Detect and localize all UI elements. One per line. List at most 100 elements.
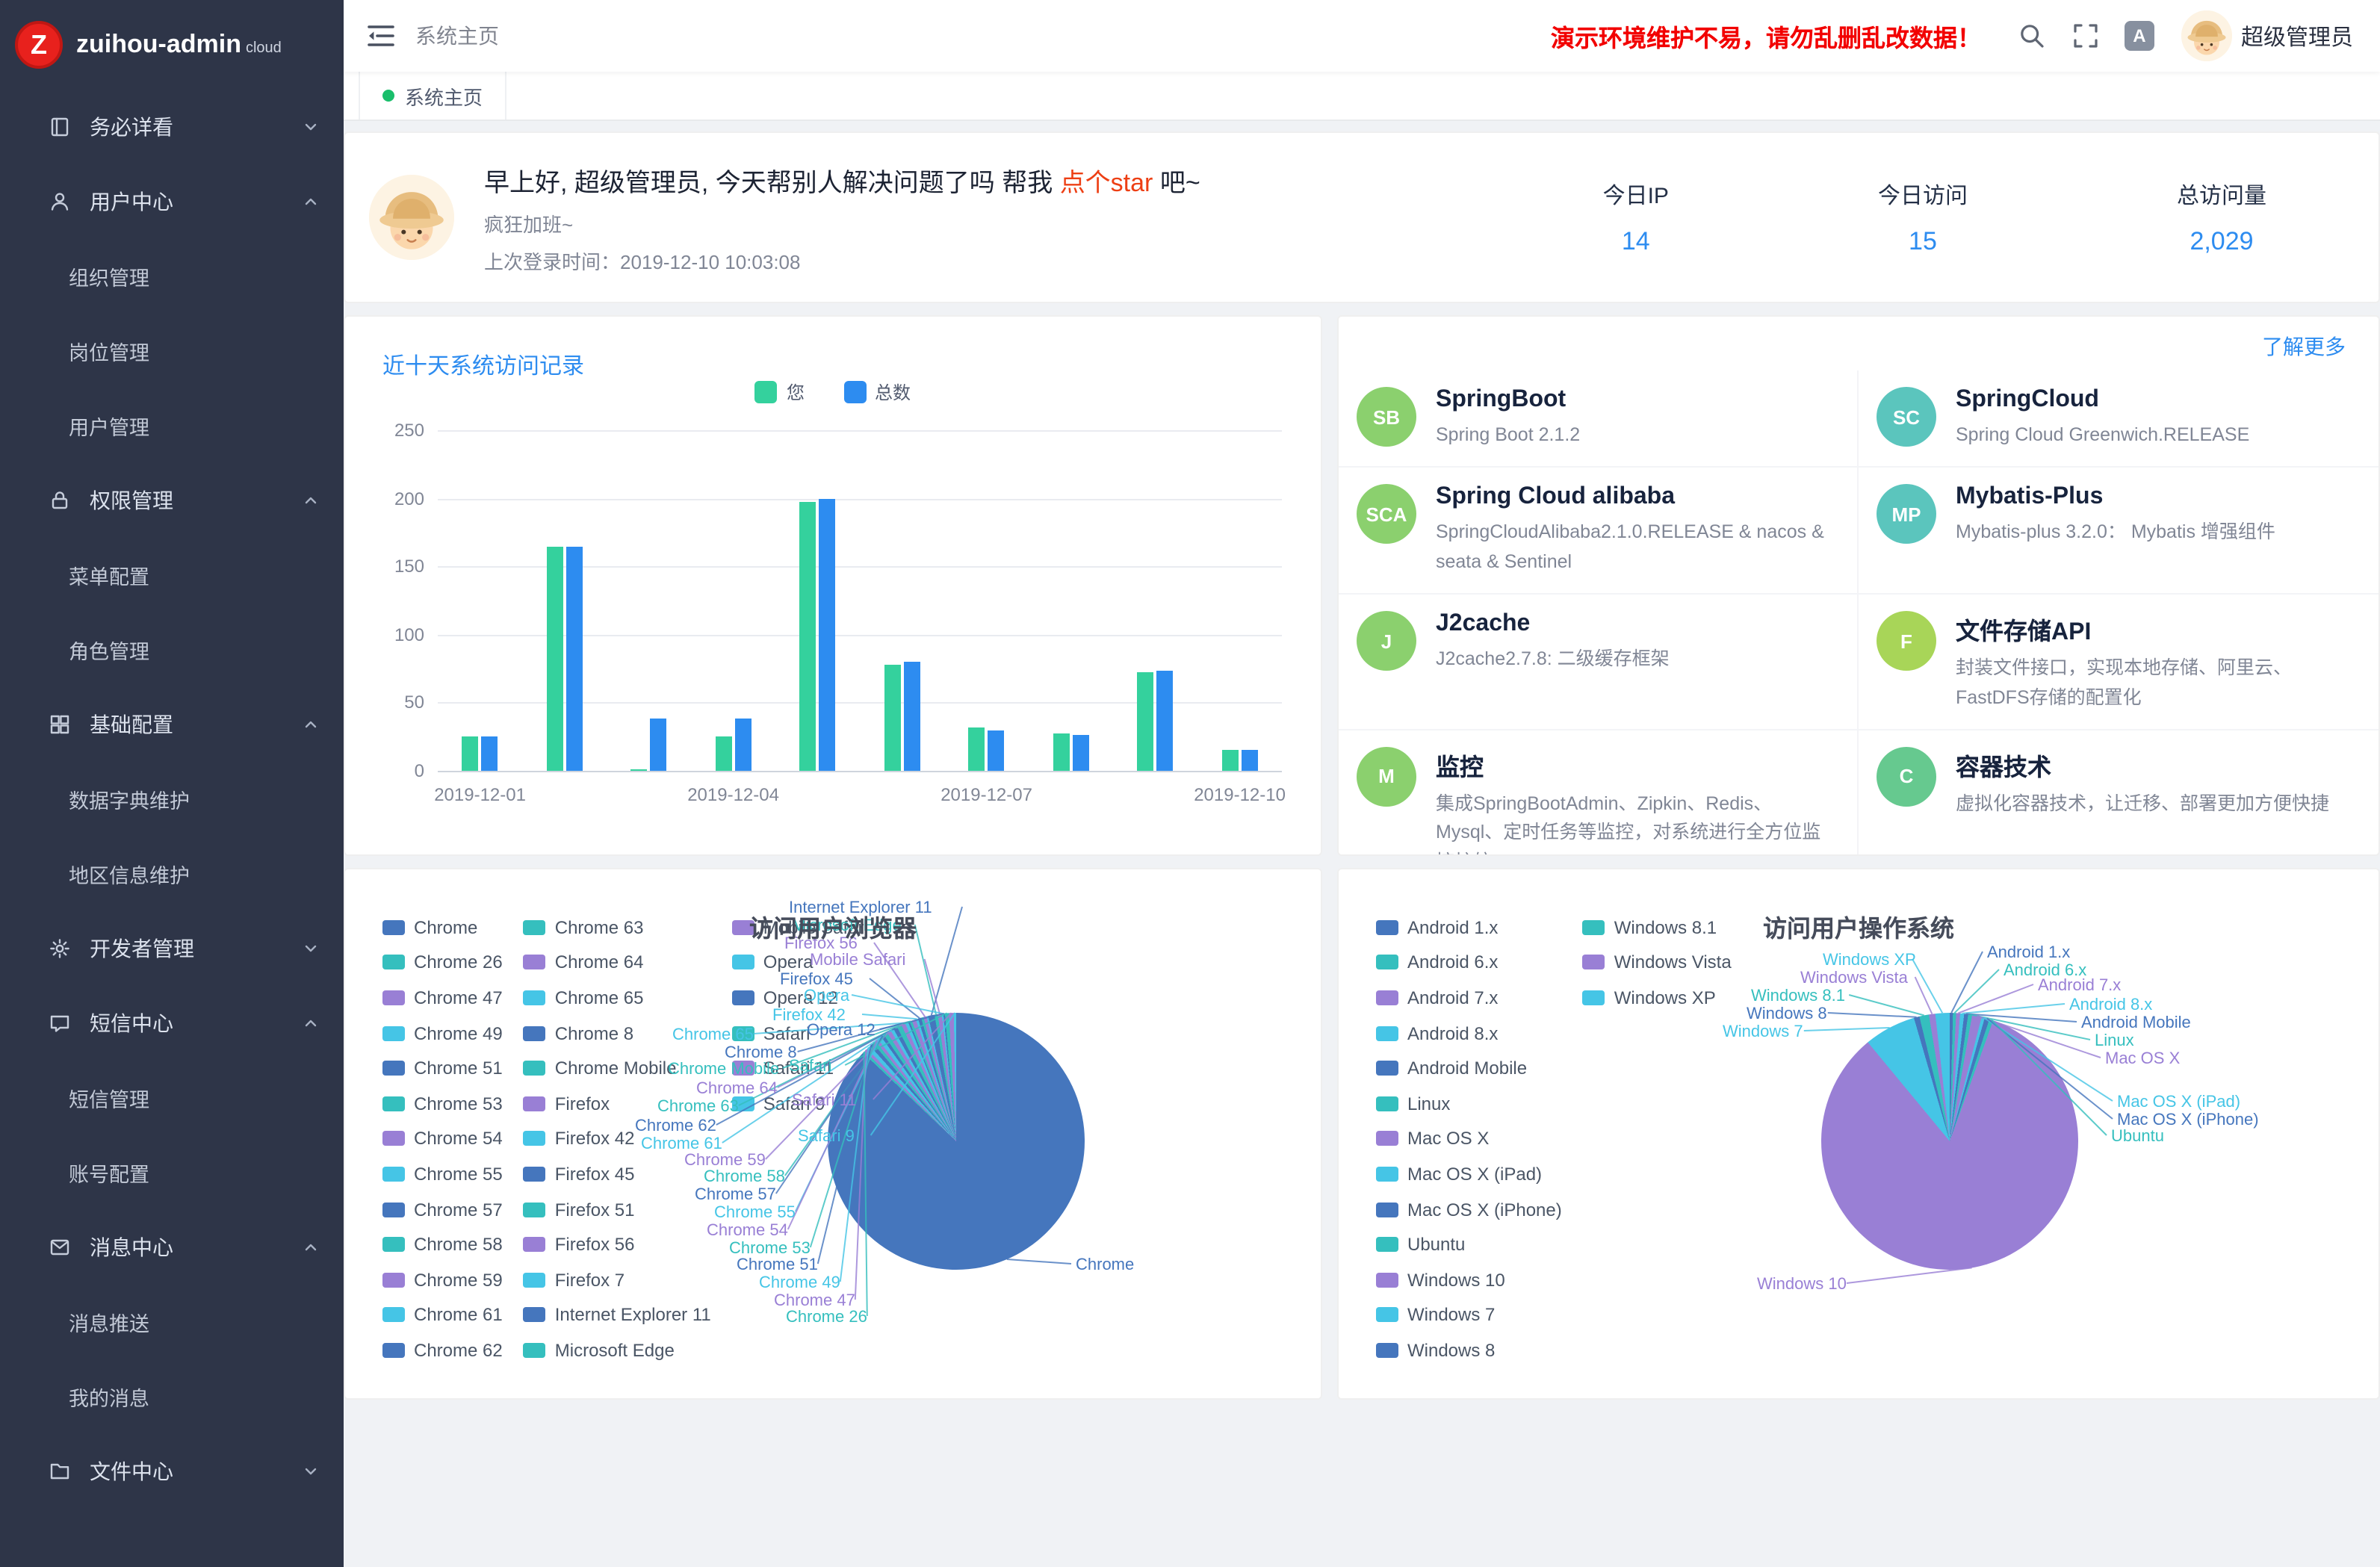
tech-item-5[interactable]: F文件存储API封装文件接口，实现本地存储、阿里云、FastDFS存储的配置化 <box>1859 595 2379 730</box>
legend-item[interactable]: Windows XP <box>1583 980 1732 1015</box>
sidebar-item-6[interactable]: 消息中心 <box>0 1210 344 1285</box>
sidebar-subitem[interactable]: 账号配置 <box>0 1135 344 1210</box>
legend-item[interactable]: Firefox 56 <box>524 1227 711 1262</box>
search-icon[interactable] <box>2017 21 2047 51</box>
sidebar: Z zuihou-admincloud 务必详看用户中心组织管理岗位管理用户管理… <box>0 0 344 1567</box>
legend-item[interactable]: Chrome 58 <box>382 1227 503 1262</box>
bar-you[interactable] <box>462 736 479 771</box>
legend-item[interactable]: Firefox 51 <box>524 1192 711 1227</box>
sidebar-item-3[interactable]: 基础配置 <box>0 687 344 762</box>
legend-item[interactable]: Windows 8.1 <box>1583 910 1732 945</box>
tech-item-4[interactable]: JJ2cacheJ2cache2.7.8: 二级缓存框架 <box>1339 595 1859 730</box>
logo[interactable]: Z zuihou-admincloud <box>0 0 344 90</box>
tech-item-0[interactable]: SBSpringBootSpring Boot 2.1.2 <box>1339 370 1859 468</box>
legend-item[interactable]: Chrome 49 <box>382 1016 503 1051</box>
legend-item[interactable]: Chrome 55 <box>382 1156 503 1191</box>
legend-item[interactable]: Chrome 51 <box>382 1051 503 1086</box>
bar-total[interactable] <box>566 546 583 771</box>
legend-item[interactable]: Linux <box>1376 1086 1562 1121</box>
legend-item[interactable]: Firefox 45 <box>524 1156 711 1191</box>
sidebar-item-1[interactable]: 用户中心 <box>0 164 344 239</box>
bar-total[interactable] <box>651 719 667 771</box>
bar-total[interactable] <box>819 498 836 771</box>
sidebar-subitem[interactable]: 组织管理 <box>0 239 344 314</box>
legend-item[interactable]: Android 7.x <box>1376 980 1562 1015</box>
font-size-icon[interactable]: A <box>2125 21 2154 51</box>
legend-item[interactable]: Firefox 7 <box>524 1262 711 1297</box>
legend-item[interactable]: Mac OS X (iPad) <box>1376 1156 1562 1191</box>
fullscreen-icon[interactable] <box>2071 21 2101 51</box>
user-avatar[interactable] <box>2181 10 2232 61</box>
bar-total[interactable] <box>1157 671 1174 771</box>
sidebar-item-5[interactable]: 短信中心 <box>0 986 344 1061</box>
legend-item[interactable]: Android 8.x <box>1376 1016 1562 1051</box>
legend-item[interactable]: Windows 7 <box>1376 1297 1562 1332</box>
sidebar-subitem[interactable]: 数据字典维护 <box>0 762 344 837</box>
bar-total[interactable] <box>1242 751 1258 771</box>
bar-total[interactable] <box>1073 736 1089 771</box>
legend-item[interactable]: Mac OS X (iPhone) <box>1376 1192 1562 1227</box>
legend-item[interactable]: Chrome 57 <box>382 1192 503 1227</box>
sidebar-subitem[interactable]: 角色管理 <box>0 612 344 687</box>
legend-item[interactable]: Chrome 54 <box>382 1121 503 1156</box>
legend-item[interactable]: Android 6.x <box>1376 945 1562 980</box>
legend-item[interactable]: Chrome 61 <box>382 1297 503 1332</box>
tech-item-3[interactable]: MPMybatis-PlusMybatis-plus 3.2.0： Mybati… <box>1859 468 2379 595</box>
tech-item-2[interactable]: SCASpring Cloud alibabaSpringCloudAlibab… <box>1339 468 1859 595</box>
legend-item[interactable]: Windows 10 <box>1376 1262 1562 1297</box>
bar-legend-item[interactable]: 总数 <box>843 379 911 405</box>
bar-you[interactable] <box>969 727 985 771</box>
bar-you[interactable] <box>1138 673 1154 771</box>
os-pie[interactable] <box>1821 1013 2078 1270</box>
sidebar-subitem[interactable]: 消息推送 <box>0 1285 344 1359</box>
sidebar-subitem[interactable]: 我的消息 <box>0 1359 344 1434</box>
bar-legend-item[interactable]: 您 <box>755 379 805 405</box>
bar-total[interactable] <box>482 736 498 771</box>
sidebar-subitem[interactable]: 岗位管理 <box>0 314 344 388</box>
username[interactable]: 超级管理员 <box>2241 20 2353 52</box>
bar-you[interactable] <box>800 503 816 771</box>
sidebar-subitem[interactable]: 用户管理 <box>0 388 344 463</box>
tab-home[interactable]: 系统主页 <box>359 72 506 120</box>
bar-you[interactable] <box>884 665 901 771</box>
bar-you[interactable] <box>547 546 563 771</box>
bar-you[interactable] <box>716 736 732 771</box>
legend-item[interactable]: Chrome 53 <box>382 1086 503 1121</box>
legend-item[interactable]: Chrome 47 <box>382 980 503 1015</box>
legend-item[interactable]: Chrome 62 <box>382 1332 503 1368</box>
bar-you[interactable] <box>1222 751 1239 771</box>
tech-item-7[interactable]: C容器技术虚拟化容器技术，让迁移、部署更加方便快捷 <box>1859 730 2379 856</box>
legend-item[interactable]: Windows 8 <box>1376 1332 1562 1368</box>
learn-more-link[interactable]: 了解更多 <box>2262 332 2346 362</box>
legend-item[interactable]: Microsoft Edge <box>524 1332 711 1368</box>
star-link[interactable]: 点个star <box>1060 168 1153 196</box>
legend-item[interactable]: Chrome 64 <box>524 945 711 980</box>
legend-item[interactable]: Chrome 59 <box>382 1262 503 1297</box>
sidebar-item-4[interactable]: 开发者管理 <box>0 911 344 986</box>
legend-item[interactable]: Mac OS X <box>1376 1121 1562 1156</box>
sidebar-subitem[interactable]: 菜单配置 <box>0 538 344 612</box>
legend-item[interactable]: Chrome <box>382 910 503 945</box>
tech-item-1[interactable]: SCSpringCloudSpring Cloud Greenwich.RELE… <box>1859 370 2379 468</box>
legend-item[interactable]: Chrome 65 <box>524 980 711 1015</box>
breadcrumb[interactable]: 系统主页 <box>415 21 499 51</box>
bar-total[interactable] <box>904 662 920 771</box>
bar-total[interactable] <box>988 730 1005 771</box>
legend-item[interactable]: Windows Vista <box>1583 945 1732 980</box>
tech-item-6[interactable]: M监控集成SpringBootAdmin、Zipkin、Redis、Mysql、… <box>1339 730 1859 856</box>
bar-you[interactable] <box>1053 734 1070 771</box>
sidebar-subitem[interactable]: 地区信息维护 <box>0 837 344 911</box>
sidebar-item-0[interactable]: 务必详看 <box>0 90 344 164</box>
legend-item[interactable]: Android 1.x <box>1376 910 1562 945</box>
bar-you[interactable] <box>631 769 648 771</box>
sidebar-item-7[interactable]: 文件中心 <box>0 1434 344 1509</box>
legend-item[interactable]: Internet Explorer 11 <box>524 1297 711 1332</box>
legend-item[interactable]: Chrome 63 <box>524 910 711 945</box>
sidebar-item-2[interactable]: 权限管理 <box>0 463 344 538</box>
collapse-menu-icon[interactable] <box>365 19 397 52</box>
legend-item[interactable]: Android Mobile <box>1376 1051 1562 1086</box>
legend-item[interactable]: Ubuntu <box>1376 1227 1562 1262</box>
bar-total[interactable] <box>735 719 752 771</box>
sidebar-subitem[interactable]: 短信管理 <box>0 1061 344 1135</box>
legend-item[interactable]: Chrome 26 <box>382 945 503 980</box>
